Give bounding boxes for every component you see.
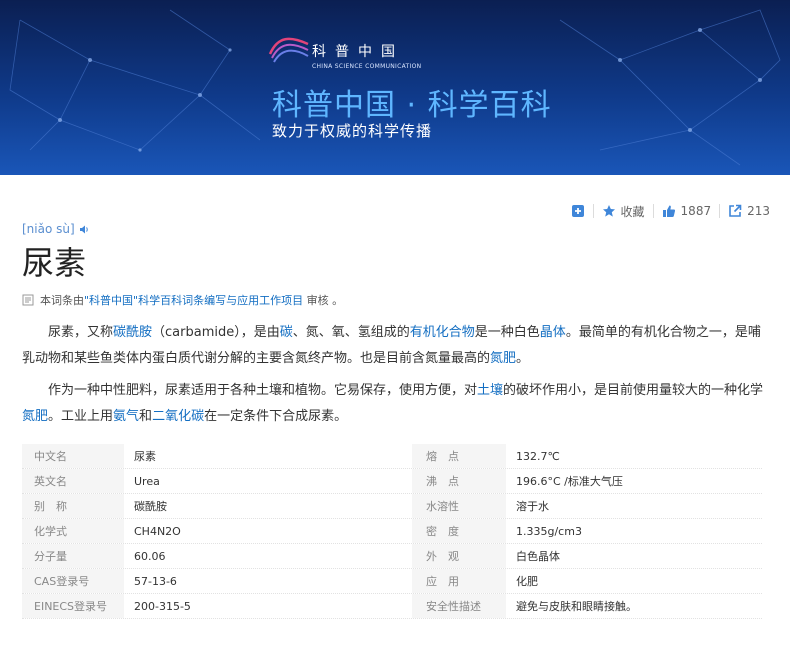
info-value: 避免与皮肤和眼睛接触。 <box>516 600 637 613</box>
summary-paragraph-1: 尿素，又称碳酰胺（carbamide），是由碳、氮、氧、氢组成的有机化合物是一种… <box>22 320 767 372</box>
info-key: EINECS登录号 <box>22 594 124 618</box>
info-key: 英文名 <box>22 469 124 493</box>
basic-info-row: 化学式 CH4N2O 密 度 1.335g/cm3 <box>22 519 762 544</box>
page-title: 尿素 <box>22 244 87 282</box>
logo[interactable]: 科普中国 CHINA SCIENCE COMMUNICATION <box>268 32 448 77</box>
info-value: 碳酰胺 <box>134 500 167 513</box>
banner-title: 科普中国 · 科学百科 <box>272 88 552 123</box>
add-button[interactable] <box>563 204 593 218</box>
share-button[interactable]: 213 <box>720 204 778 218</box>
paragraph-text: 。 <box>516 351 530 366</box>
paragraph-text: 。工业上用 <box>48 409 114 424</box>
inline-term-link[interactable]: 晶体 <box>540 325 566 340</box>
like-count: 1887 <box>680 204 712 218</box>
paragraph-text: 尿素，又称 <box>48 325 114 340</box>
inline-term-link[interactable]: 碳 <box>280 325 293 340</box>
paragraph-text: 的破坏作用小，是目前使用量较大的一种化学 <box>503 383 764 398</box>
logo-cn-text: 科普中国 <box>312 44 404 60</box>
like-button[interactable]: 1887 <box>654 204 720 218</box>
speaker-icon[interactable] <box>79 224 90 235</box>
paragraph-text: 、氮、氧、氢组成的 <box>292 325 410 340</box>
inline-term-link[interactable]: 二氧化碳 <box>152 409 204 424</box>
info-key: 别 称 <box>22 494 124 518</box>
basic-info-row: 英文名 Urea 沸 点 196.6°C /标准大气压 <box>22 469 762 494</box>
entry-toolbar: 收藏 1887 213 <box>563 200 778 222</box>
review-note: 本词条由"科普中国"科学百科词条编写与应用工作项目 审核 。 <box>22 292 343 308</box>
banner-subtitle: 致力于权威的科学传播 <box>272 122 433 140</box>
paragraph-text: 是一种白色 <box>474 325 540 340</box>
paragraph-text: 作为一种中性肥料，尿素适用于各种土壤和植物。它易保存，使用方便，对 <box>48 383 478 398</box>
info-value: 200-315-5 <box>134 599 191 613</box>
info-key: 水溶性 <box>412 494 506 518</box>
pinyin-text: [niǎo sù] <box>22 222 75 236</box>
info-value: 白色晶体 <box>516 550 560 563</box>
share-count: 213 <box>747 204 770 218</box>
info-key: 熔 点 <box>412 444 506 468</box>
info-value: CH4N2O <box>134 524 181 538</box>
info-key: CAS登录号 <box>22 569 124 593</box>
basic-info-row: 分子量 60.06 外 观白色晶体 <box>22 544 762 569</box>
inline-term-link[interactable]: 碳酰胺 <box>113 325 152 340</box>
star-icon <box>602 205 615 217</box>
inline-term-link[interactable]: 氮肥 <box>490 351 516 366</box>
plus-square-icon <box>571 205 584 217</box>
basic-info-row: CAS登录号 57-13-6 应 用化肥 <box>22 569 762 594</box>
paragraph-text: 和 <box>139 409 153 424</box>
basic-info-row: 中文名 尿素 熔 点 132.7℃ <box>22 444 762 469</box>
info-key: 密 度 <box>412 519 506 543</box>
inline-term-link[interactable]: 氮肥 <box>22 409 48 424</box>
header-banner: 科普中国 CHINA SCIENCE COMMUNICATION 科普中国 · … <box>0 0 790 175</box>
pinyin: [niǎo sù] <box>22 222 90 236</box>
summary-paragraph-2: 作为一种中性肥料，尿素适用于各种土壤和植物。它易保存，使用方便，对土壤的破坏作用… <box>22 378 767 430</box>
info-value: 溶于水 <box>516 500 549 513</box>
share-icon <box>729 204 742 217</box>
inline-term-link[interactable]: 土壤 <box>477 383 503 398</box>
review-prefix: 本词条由 <box>40 294 84 307</box>
info-value: 57-13-6 <box>134 574 177 588</box>
info-key: 化学式 <box>22 519 124 543</box>
review-project-link[interactable]: "科普中国"科学百科词条编写与应用工作项目 <box>84 294 303 307</box>
info-value: 1.335g/cm3 <box>516 524 582 538</box>
paragraph-text: 在一定条件下合成尿素。 <box>204 409 348 424</box>
info-value: 60.06 <box>134 549 166 563</box>
info-key: 分子量 <box>22 544 124 568</box>
info-key: 中文名 <box>22 444 124 468</box>
collect-button[interactable]: 收藏 <box>594 203 653 220</box>
basic-info-table: 中文名 尿素 熔 点 132.7℃ 英文名 Urea 沸 点 196.6°C /标准大气压别 … <box>22 444 762 619</box>
inline-term-link[interactable]: 有机化合物 <box>410 325 475 340</box>
document-icon <box>22 294 34 306</box>
basic-info-row: 别 称碳酰胺 水溶性 溶于水 <box>22 494 762 519</box>
info-key: 应 用 <box>412 569 506 593</box>
review-suffix: 审核 。 <box>306 294 344 307</box>
info-value: 132.7℃ <box>516 449 560 463</box>
logo-wave-icon <box>268 37 309 63</box>
thumbs-up-icon <box>662 205 675 217</box>
info-key: 安全性描述 <box>412 594 506 618</box>
info-value: 化肥 <box>516 575 538 588</box>
info-value: 196.6°C /标准大气压 <box>516 475 623 488</box>
info-value: 尿素 <box>134 450 156 463</box>
logo-en-text: CHINA SCIENCE COMMUNICATION <box>312 63 422 70</box>
info-value: Urea <box>134 474 160 488</box>
inline-term-link[interactable]: 氨气 <box>113 409 139 424</box>
info-key: 沸 点 <box>412 469 506 493</box>
collect-label: 收藏 <box>620 204 645 219</box>
basic-info-row: EINECS登录号 200-315-5 安全性描述 避免与皮肤和眼睛接触。 <box>22 594 762 619</box>
info-key: 外 观 <box>412 544 506 568</box>
paragraph-text: （carbamide），是由 <box>152 325 280 340</box>
